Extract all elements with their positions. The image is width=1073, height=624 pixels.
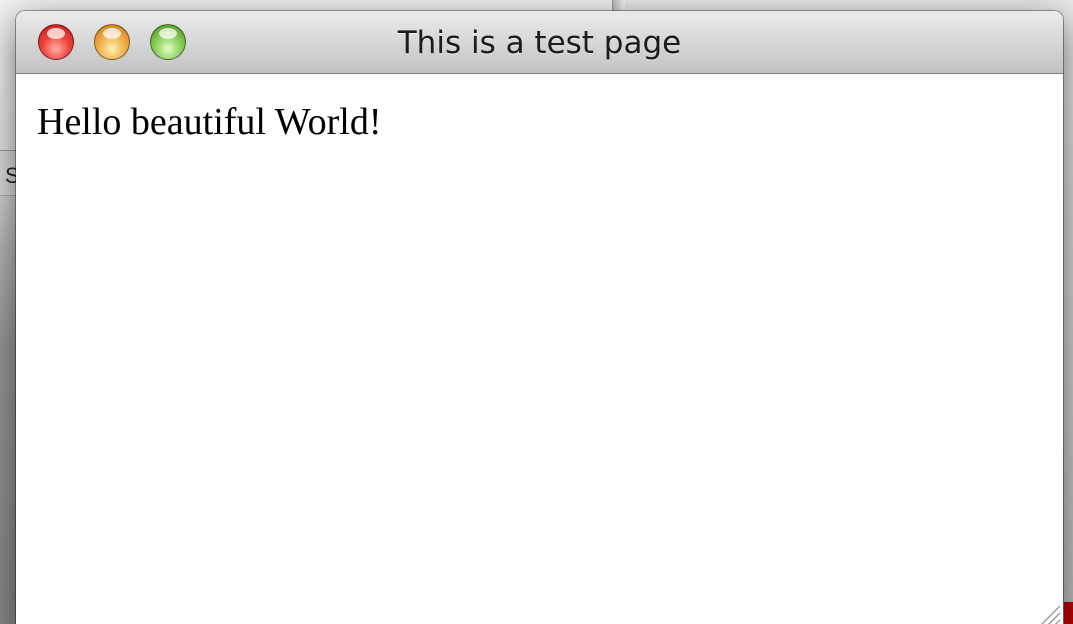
page-content: Hello beautiful World!: [16, 74, 1063, 624]
background-red-marker: [1064, 602, 1073, 624]
page-text: Hello beautiful World!: [37, 101, 382, 143]
resize-grip-icon[interactable]: [1035, 603, 1061, 624]
browser-window: This is a test page Hello beautiful Worl…: [16, 11, 1063, 624]
title-bar[interactable]: This is a test page: [16, 11, 1063, 74]
window-title: This is a test page: [397, 25, 682, 61]
